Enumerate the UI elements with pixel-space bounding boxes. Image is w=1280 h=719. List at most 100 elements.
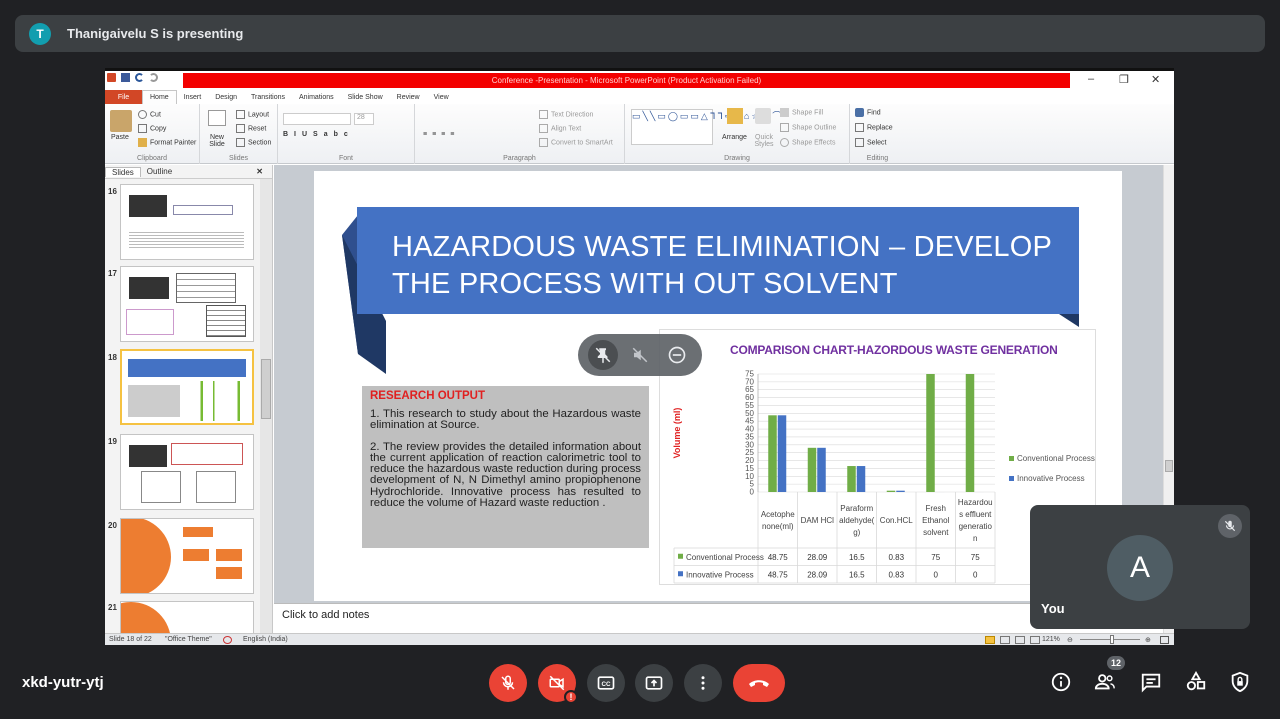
chat-icon	[1141, 673, 1161, 693]
tab-transitions[interactable]: Transitions	[244, 90, 292, 104]
tab-review[interactable]: Review	[390, 90, 427, 104]
redo-icon[interactable]	[149, 73, 158, 82]
tab-outline[interactable]: Outline	[141, 167, 178, 176]
tab-slide-show[interactable]: Slide Show	[341, 90, 390, 104]
font-name-box[interactable]	[283, 113, 351, 125]
people-button[interactable]	[1092, 669, 1118, 695]
arrange-icon[interactable]	[727, 108, 743, 124]
shape-outline-button[interactable]: Shape Outline	[780, 123, 836, 132]
category-label: aldehyde(	[839, 516, 874, 525]
mute-tab-button[interactable]	[625, 340, 655, 370]
host-controls-button[interactable]	[1227, 669, 1253, 695]
shape-fill-label: Shape Fill	[792, 109, 824, 117]
copy-button[interactable]: Copy	[138, 124, 166, 133]
meeting-details-button[interactable]	[1048, 669, 1074, 695]
panel-scroll-thumb[interactable]	[261, 359, 271, 419]
tab-file[interactable]: File	[105, 90, 142, 104]
minimize-icon[interactable]: –	[1088, 73, 1094, 85]
arrange-button[interactable]: Arrange	[722, 134, 747, 141]
select-label: Select	[867, 139, 887, 147]
research-paragraph-1: 1. This research to study about the Haza…	[370, 408, 641, 432]
align-text-button[interactable]: Align Text	[539, 124, 581, 133]
remove-button[interactable]	[662, 340, 692, 370]
zoom-slider-thumb[interactable]	[1110, 635, 1114, 644]
font-size-box[interactable]: 28	[354, 113, 374, 125]
language[interactable]: English (India)	[243, 636, 288, 643]
select-button[interactable]: Select	[855, 138, 886, 147]
present-button[interactable]	[635, 664, 673, 702]
shape-effects-button[interactable]: Shape Effects	[780, 138, 835, 147]
view-sorter-icon[interactable]	[1000, 636, 1010, 644]
shape-fill-button[interactable]: Shape Fill	[780, 108, 823, 117]
new-slide-icon[interactable]	[208, 110, 226, 126]
view-reading-icon[interactable]	[1015, 636, 1025, 644]
activities-button[interactable]	[1183, 669, 1209, 695]
research-output-box[interactable]: RESEARCH OUTPUT 1. This research to stud…	[362, 386, 649, 548]
zoom-in-icon[interactable]: ⊕	[1145, 636, 1151, 644]
align-buttons[interactable]: ≡≡≡≡	[423, 131, 459, 138]
section-label: Section	[248, 139, 272, 147]
find-button[interactable]: Find	[855, 108, 881, 117]
zoom-level[interactable]: 121%	[1042, 636, 1060, 643]
unpin-button[interactable]	[587, 340, 618, 370]
tab-home[interactable]: Home	[142, 90, 177, 104]
window-title: Conference -Presentation - Microsoft Pow…	[183, 73, 1070, 88]
spellcheck-icon[interactable]	[223, 636, 232, 644]
people-icon	[1094, 674, 1115, 690]
tab-design[interactable]: Design	[208, 90, 244, 104]
binoculars-icon	[855, 108, 864, 117]
zoom-out-icon[interactable]: ⊖	[1067, 636, 1073, 644]
tab-insert[interactable]: Insert	[177, 90, 209, 104]
shapes-gallery[interactable]: ▭╲╲▭◯▭▭△ᒣᒣ⇨⇩⌂☆⌒⌒	[631, 109, 781, 145]
table-legend-key	[678, 553, 683, 559]
slide-thumbnail-16[interactable]	[120, 184, 254, 260]
tab-slides[interactable]: Slides	[105, 166, 141, 177]
panel-scrollbar[interactable]	[260, 179, 272, 633]
reset-button[interactable]: Reset	[236, 124, 266, 133]
replace-button[interactable]: Replace	[855, 123, 893, 132]
view-normal-icon[interactable]	[985, 636, 995, 644]
find-label: Find	[867, 109, 881, 117]
font-format-buttons[interactable]: BIUSabc	[283, 131, 354, 138]
format-painter-button[interactable]: Format Painter	[138, 138, 196, 147]
tab-animations[interactable]: Animations	[292, 90, 341, 104]
drawing-label: Drawing	[724, 155, 750, 162]
slide-thumbnail-18[interactable]	[120, 349, 254, 425]
layout-button[interactable]: Layout	[236, 110, 269, 119]
tab-view[interactable]: View	[427, 90, 456, 104]
captions-button[interactable]: CC	[587, 664, 625, 702]
quick-styles-button[interactable]: Quick Styles	[752, 134, 776, 148]
more-options-button[interactable]	[684, 664, 722, 702]
data-label: 0.83	[888, 553, 904, 562]
slide-thumbnail-19[interactable]	[120, 434, 254, 510]
view-slideshow-icon[interactable]	[1030, 636, 1040, 644]
leave-call-button[interactable]	[733, 664, 785, 702]
new-slide-button[interactable]: New Slide	[202, 134, 232, 148]
paste-label[interactable]: Paste	[111, 134, 129, 141]
camera-button[interactable]: !	[538, 664, 578, 704]
panel-close-icon[interactable]: ✕	[250, 167, 269, 176]
quick-styles-icon[interactable]	[755, 108, 771, 124]
convert-smartart-button[interactable]: Convert to SmartArt	[539, 138, 613, 147]
maximize-icon[interactable]: ❐	[1119, 73, 1129, 86]
fit-window-icon[interactable]	[1160, 636, 1169, 644]
microphone-button[interactable]	[489, 664, 527, 702]
close-icon[interactable]: ✕	[1151, 73, 1160, 86]
self-view-tile[interactable]: A You	[1030, 505, 1250, 629]
text-direction-label: Text Direction	[551, 111, 594, 119]
cut-button[interactable]: Cut	[138, 110, 161, 119]
chat-button[interactable]	[1138, 669, 1164, 695]
canvas-scroll-thumb[interactable]	[1165, 460, 1173, 472]
text-direction-button[interactable]: Text Direction	[539, 110, 593, 119]
ribbon-tabs: File Home Insert Design Transitions Anim…	[105, 89, 1174, 104]
slide-thumbnail-20[interactable]	[120, 518, 254, 594]
section-button[interactable]: Section	[236, 138, 271, 147]
undo-icon[interactable]	[135, 73, 144, 82]
slide-thumbnail-17[interactable]	[120, 266, 254, 342]
bar-innovative-process	[777, 415, 787, 492]
thumb-block	[171, 443, 243, 465]
paste-button[interactable]	[110, 110, 132, 132]
save-icon[interactable]	[121, 73, 130, 82]
slide-18[interactable]: HAZARDOUS WASTE ELIMINATION – DEVELOP TH…	[314, 171, 1122, 601]
slide-title[interactable]: HAZARDOUS WASTE ELIMINATION – DEVELOP TH…	[392, 229, 1052, 303]
